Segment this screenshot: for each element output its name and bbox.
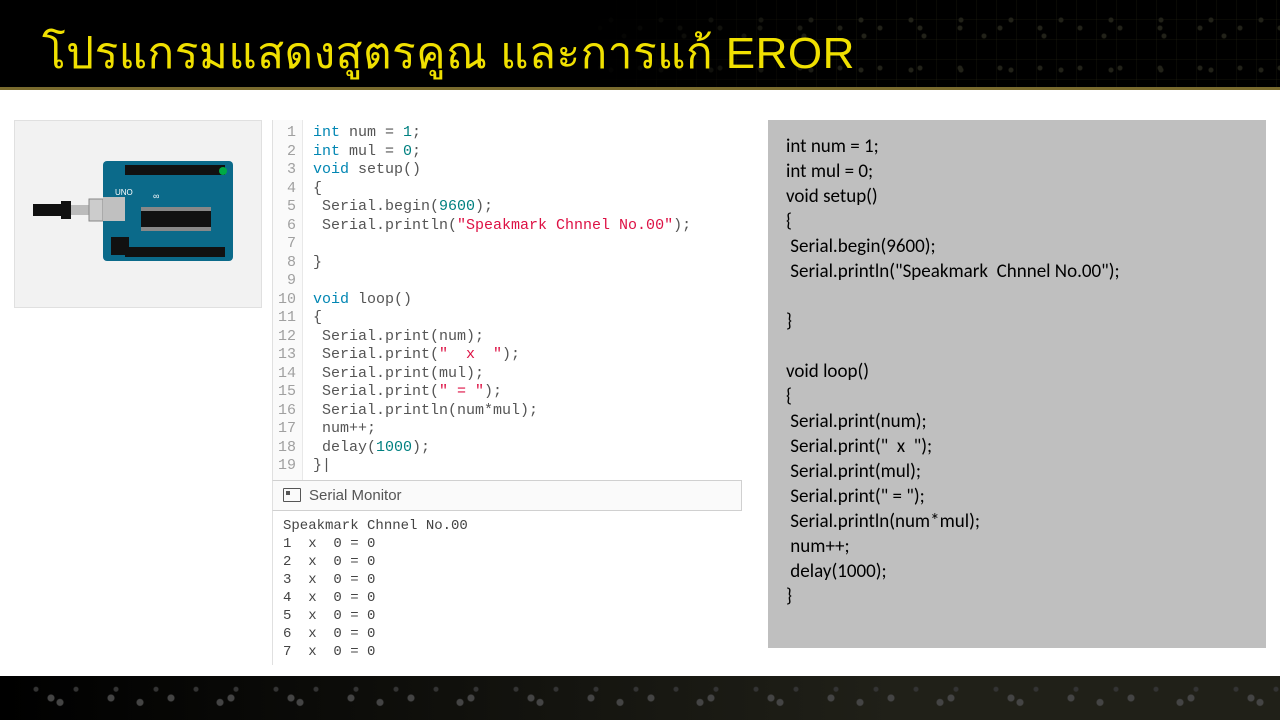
arduino-image-box: UNO ∞ (14, 120, 262, 308)
svg-text:∞: ∞ (153, 191, 159, 201)
board-column: UNO ∞ (14, 120, 262, 665)
plain-code-panel: int num = 1; int mul = 0; void setup() {… (768, 120, 1266, 648)
content-row: UNO ∞ 1 2 3 4 5 6 7 8 9 10 11 12 13 14 1… (0, 90, 1280, 665)
serial-monitor-label: Serial Monitor (309, 487, 402, 504)
serial-monitor-icon (283, 488, 301, 502)
serial-monitor-header[interactable]: Serial Monitor (272, 480, 742, 511)
arduino-board-icon: UNO ∞ (33, 149, 243, 279)
slide-title: โปรแกรมแสดงสูตรคูณ และการแก้ EROR (0, 0, 1280, 88)
code-editor[interactable]: 1 2 3 4 5 6 7 8 9 10 11 12 13 14 15 16 1… (272, 120, 742, 480)
title-bar: โปรแกรมแสดงสูตรคูณ และการแก้ EROR (0, 0, 1280, 90)
svg-text:UNO: UNO (115, 188, 133, 197)
serial-monitor-output: Speakmark Chnnel No.00 1 x 0 = 0 2 x 0 =… (272, 511, 742, 665)
editor-column: 1 2 3 4 5 6 7 8 9 10 11 12 13 14 15 16 1… (272, 120, 742, 665)
footer-strip (0, 676, 1280, 720)
code-body[interactable]: int num = 1; int mul = 0; void setup() {… (303, 120, 742, 480)
line-gutter: 1 2 3 4 5 6 7 8 9 10 11 12 13 14 15 16 1… (273, 120, 303, 480)
